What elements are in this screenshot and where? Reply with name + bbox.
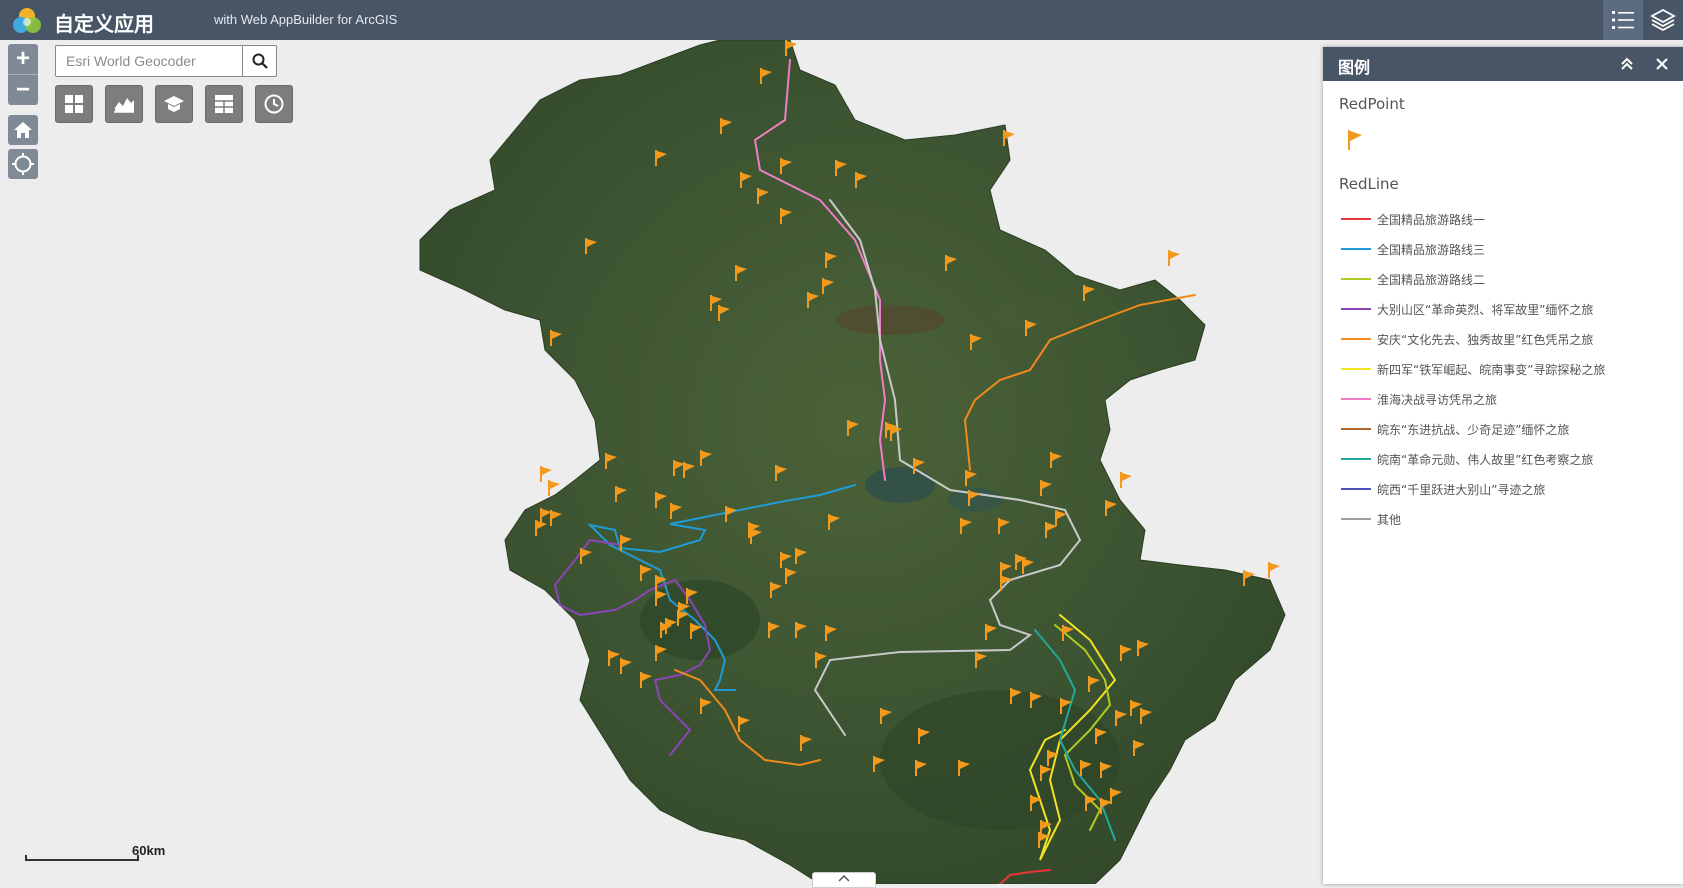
app-title: 自定义应用	[54, 12, 154, 36]
grid-widget-icon	[65, 95, 83, 113]
zoom-in-button[interactable]: +	[8, 44, 38, 74]
close-icon[interactable]	[1654, 56, 1670, 72]
zoom-control: + −	[8, 44, 38, 105]
geocoder-search	[55, 45, 277, 77]
history-widget-icon	[264, 94, 284, 114]
line-swatch	[1341, 488, 1371, 490]
app-logo-icon	[13, 8, 41, 33]
line-swatch	[1341, 428, 1371, 430]
legend-item: 皖南“革命元勋、伟人故里”红色考察之旅	[1341, 449, 1593, 469]
locate-icon	[12, 153, 34, 175]
scale-label: 60km	[132, 843, 166, 858]
app-header: 自定义应用 with Web AppBuilder for ArcGIS	[0, 0, 1683, 40]
legend-item-label: 皖东“东进抗战、少奇足迹”缅怀之旅	[1377, 422, 1570, 437]
widget-button-chart[interactable]	[105, 85, 143, 123]
legend-title: 图例	[1338, 58, 1371, 77]
legend-item-label: 大别山区“革命英烈、将军故里”缅怀之旅	[1377, 302, 1594, 317]
widget-button-history[interactable]	[255, 85, 293, 123]
legend-item: 淮海决战寻访凭吊之旅	[1341, 389, 1497, 409]
legend-list-icon	[1612, 11, 1634, 29]
line-swatch	[1341, 278, 1371, 280]
legend-item-label: 皖南“革命元勋、伟人故里”红色考察之旅	[1377, 452, 1594, 467]
legend-item: 安庆“文化先去、独秀故里”红色凭吊之旅	[1341, 329, 1593, 349]
search-input[interactable]	[56, 46, 244, 76]
flag-icon	[1348, 130, 1362, 150]
line-swatch	[1341, 248, 1371, 250]
legend-item: 大别山区“革命英烈、将军故里”缅怀之旅	[1341, 299, 1593, 319]
legend-item-label: 其他	[1377, 512, 1402, 527]
line-swatch	[1341, 308, 1371, 310]
legend-item-label: 全国精品旅游路线一	[1377, 212, 1486, 227]
legend-panel: 图例 RedPoint RedLine 全国精品旅游路线一 全国精品旅游路线三 …	[1323, 47, 1683, 884]
widget-button-table[interactable]	[205, 85, 243, 123]
line-swatch	[1341, 518, 1371, 520]
layer-list-icon	[1650, 8, 1676, 32]
line-swatch	[1341, 338, 1371, 340]
education-widget-icon	[164, 96, 184, 112]
widget-button-grid[interactable]	[55, 85, 93, 123]
home-icon	[14, 122, 32, 138]
line-swatch	[1341, 398, 1371, 400]
my-location-button[interactable]	[8, 149, 38, 179]
mountain-area	[835, 305, 945, 335]
province-boundary	[419, 40, 1286, 884]
line-swatch	[1341, 218, 1371, 220]
home-button[interactable]	[8, 115, 38, 145]
legend-item-label: 全国精品旅游路线二	[1377, 272, 1486, 287]
chart-widget-icon	[114, 98, 134, 113]
legend-item: 新四军“铁军崛起、皖南事变”寻踪探秘之旅	[1341, 359, 1605, 379]
widget-button-education[interactable]	[155, 85, 193, 123]
mountain-area	[995, 297, 1075, 333]
search-button[interactable]	[242, 46, 276, 76]
legend-item-label: 新四军“铁军崛起、皖南事变”寻踪探秘之旅	[1377, 362, 1606, 377]
scale-bar	[25, 855, 139, 861]
chevron-up-icon	[838, 874, 850, 882]
legend-item: 全国精品旅游路线二	[1341, 269, 1485, 289]
legend-layer-title: RedLine	[1339, 175, 1399, 193]
legend-item: 全国精品旅游路线一	[1341, 209, 1485, 229]
attribute-table-toggle[interactable]	[812, 872, 876, 888]
zoom-out-button[interactable]: −	[8, 75, 38, 105]
table-widget-icon	[215, 95, 233, 113]
legend-item: 皖西“千里跃进大别山”寻迹之旅	[1341, 479, 1545, 499]
collapse-panel-icon[interactable]	[1619, 56, 1635, 72]
legend-toggle-button[interactable]	[1603, 0, 1643, 40]
lake	[865, 467, 935, 503]
line-swatch	[1341, 458, 1371, 460]
legend-item-label: 全国精品旅游路线三	[1377, 242, 1486, 257]
search-icon	[252, 53, 268, 69]
app-subtitle: with Web AppBuilder for ArcGIS	[214, 12, 398, 27]
layer-list-button[interactable]	[1643, 0, 1683, 40]
legend-layer-title: RedPoint	[1339, 95, 1405, 113]
legend-item-label: 安庆“文化先去、独秀故里”红色凭吊之旅	[1377, 332, 1594, 347]
legend-header: 图例	[1323, 47, 1683, 81]
legend-item-label: 皖西“千里跃进大别山”寻迹之旅	[1377, 482, 1546, 497]
line-swatch	[1341, 368, 1371, 370]
legend-item: 全国精品旅游路线三	[1341, 239, 1485, 259]
legend-item: 皖东“东进抗战、少奇足迹”缅怀之旅	[1341, 419, 1569, 439]
legend-item: 其他	[1341, 509, 1401, 529]
legend-item-label: 淮海决战寻访凭吊之旅	[1377, 392, 1498, 407]
